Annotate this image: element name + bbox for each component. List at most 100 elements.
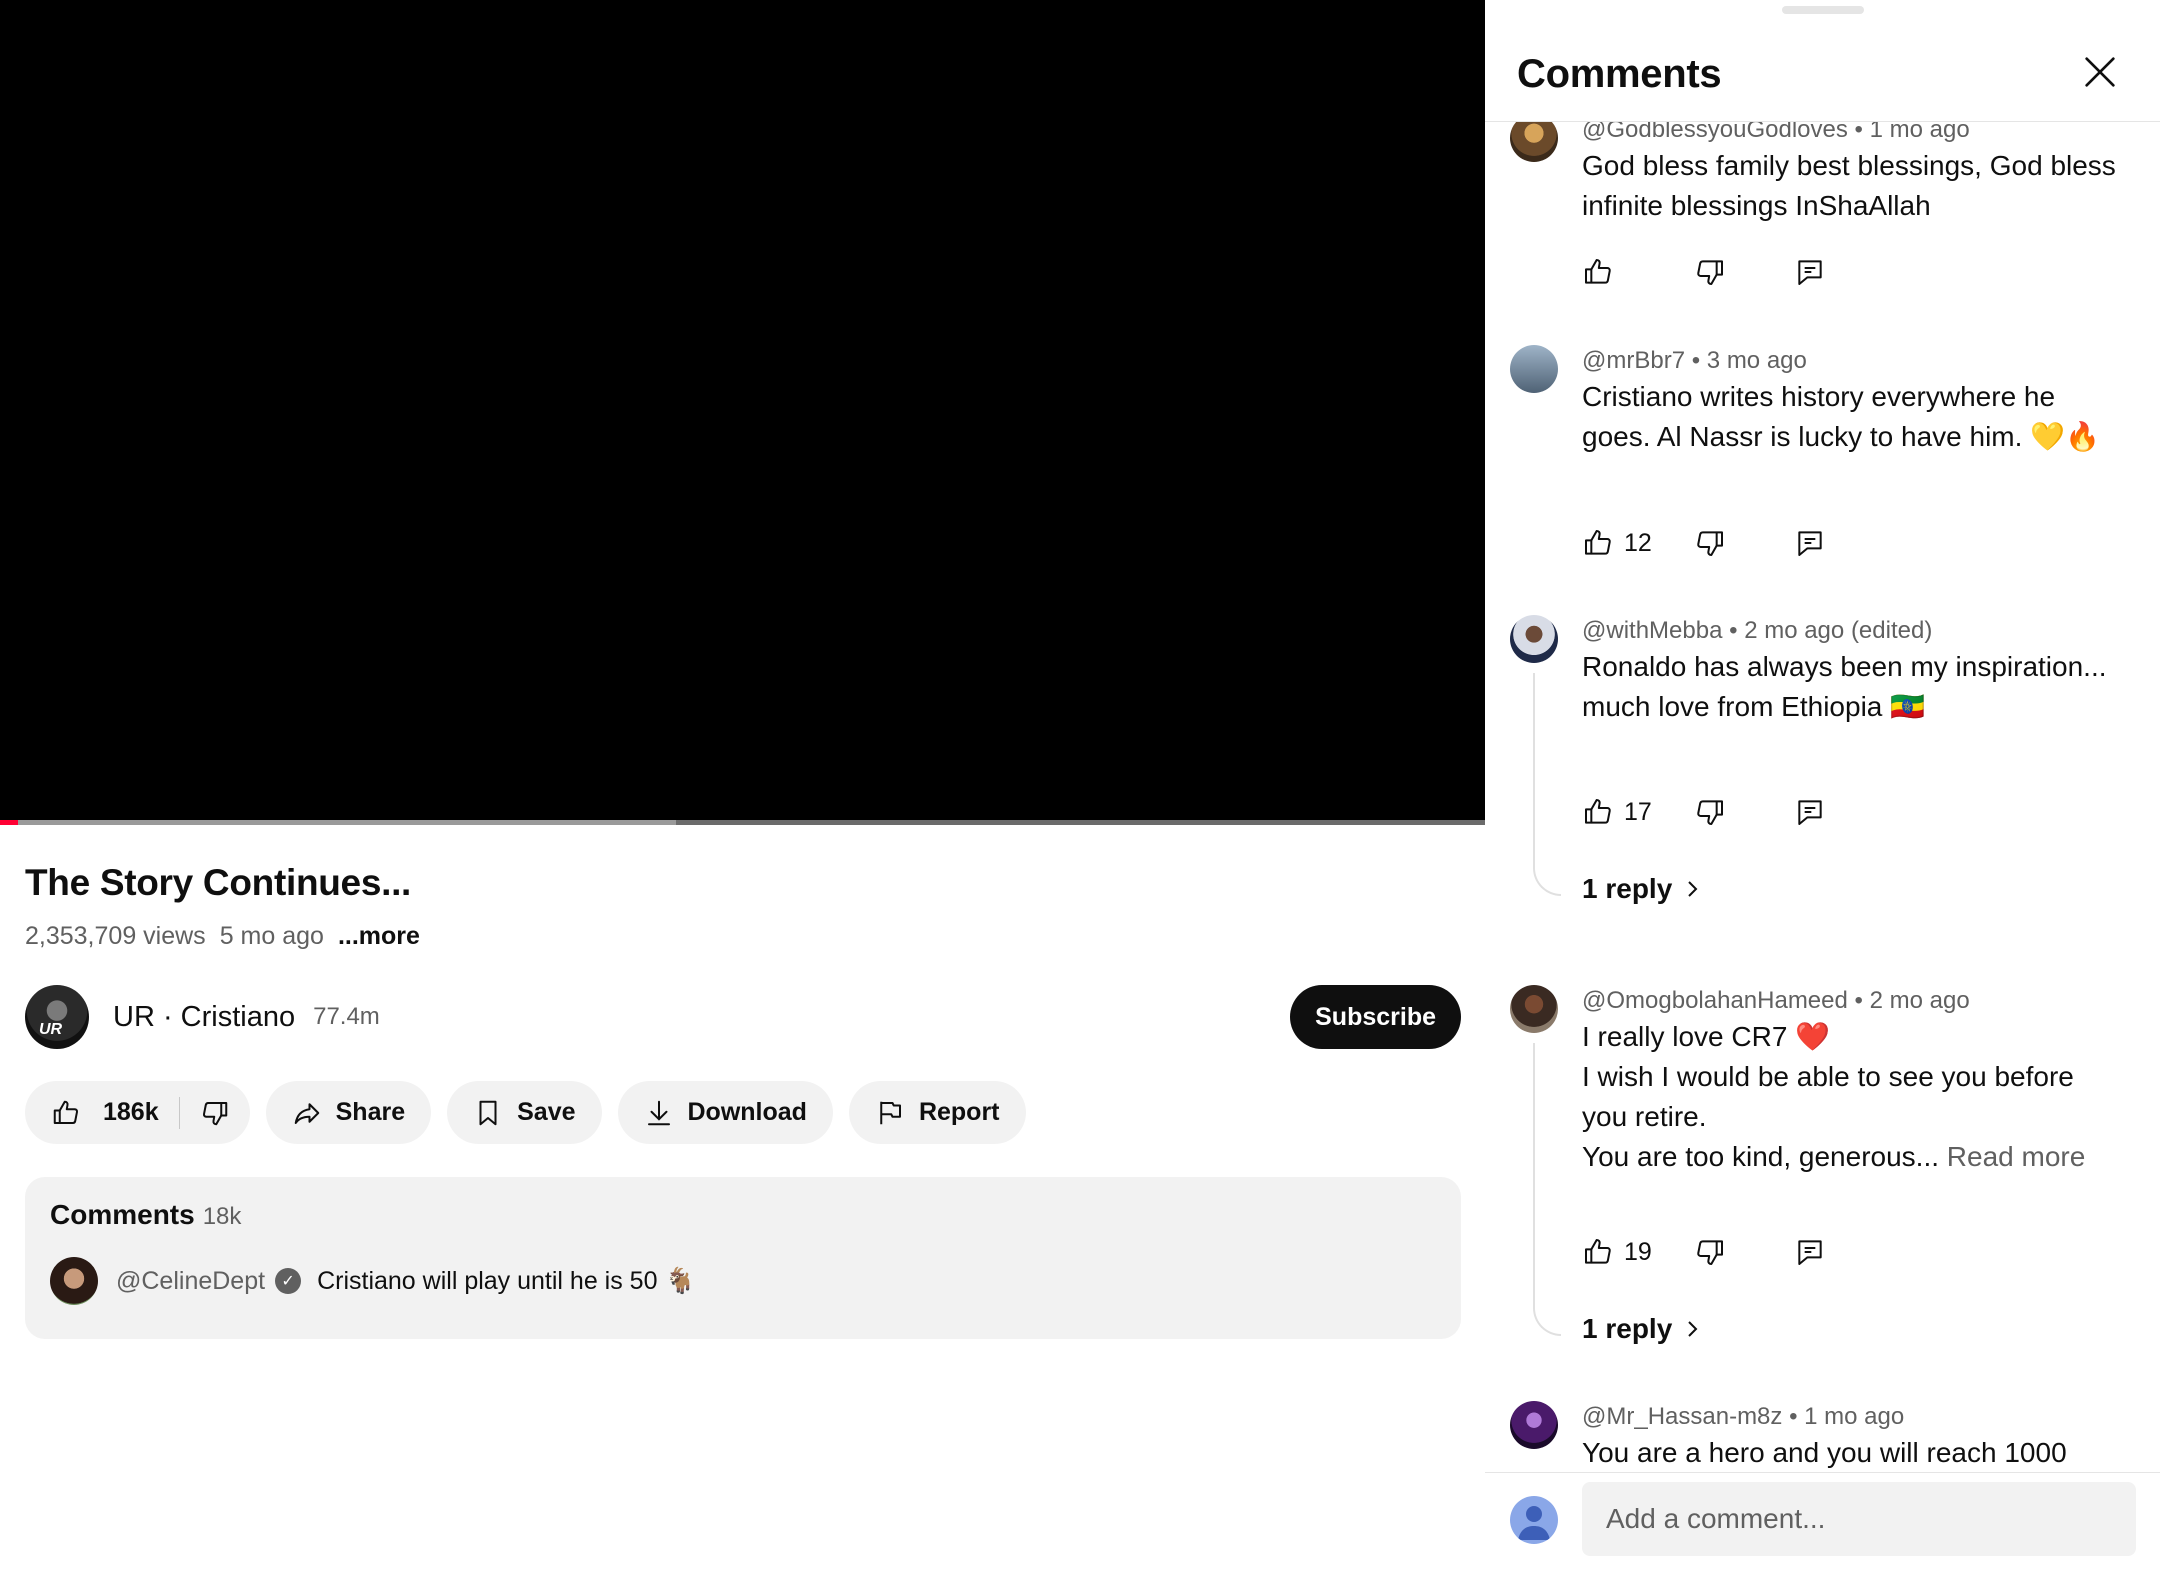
comment-text: I really love CR7 ❤️ I wish I would be a… (1582, 1021, 2086, 1172)
buffer-fill (0, 820, 676, 825)
comment-meta: @OmogbolahanHameed • 2 mo ago (1582, 987, 1970, 1014)
avatar[interactable] (1510, 985, 1558, 1033)
comment-dislike-button[interactable] (1694, 796, 1726, 828)
more-link[interactable]: ...more (338, 922, 420, 951)
avatar (50, 1257, 98, 1305)
comments-count: 18k (202, 1203, 242, 1230)
comment-like-button[interactable]: 19 (1582, 1236, 1652, 1268)
played-fill (0, 820, 18, 825)
subscribe-button[interactable]: Subscribe (1290, 985, 1461, 1049)
share-button[interactable]: Share (265, 1081, 432, 1144)
comment-list[interactable]: @GodblessyouGodloves • 1 mo ago God bles… (1485, 122, 2160, 1472)
subscriber-count: 77.4m (313, 1003, 380, 1030)
progress-bar[interactable] (0, 820, 1485, 825)
comments-preview-card[interactable]: Comments 18k @CelineDept ✓ Cristiano will… (25, 1177, 1461, 1339)
comment-dislike-button[interactable] (1694, 527, 1726, 559)
like-button[interactable]: 186k (51, 1098, 159, 1128)
thread-curve (1533, 868, 1561, 896)
comment-dislike-button[interactable] (1694, 256, 1726, 288)
dislike-button[interactable] (200, 1098, 230, 1128)
save-label: Save (517, 1098, 576, 1126)
video-meta: 2,353,709 views 5 mo ago ...more (25, 922, 420, 951)
thumbs-up-icon (53, 1100, 79, 1124)
thumbs-down-icon (1697, 1240, 1723, 1265)
view-replies-link[interactable]: 1 reply (1582, 1313, 1704, 1345)
comment-meta: @withMebba • 2 mo ago (edited) (1582, 617, 1933, 644)
thread-line (1533, 1043, 1535, 1308)
comments-preview-title: Comments 18k (50, 1199, 242, 1230)
comment-actions: 17 (1582, 796, 1822, 828)
comment-like-count: 12 (1624, 528, 1652, 557)
comment-like-button[interactable]: 12 (1582, 527, 1652, 559)
comment-reply-button[interactable] (1794, 256, 1826, 288)
thumbs-down-icon (1697, 531, 1723, 556)
download-icon (647, 1100, 670, 1125)
comment-dislike-button[interactable] (1694, 1236, 1726, 1268)
thumbs-up-icon (1585, 799, 1611, 824)
report-button[interactable]: Report (848, 1081, 1026, 1144)
thumbs-up-icon (1585, 1239, 1611, 1264)
thumbs-up-icon (1585, 259, 1611, 284)
pill-divider (178, 1096, 180, 1129)
comment-meta: @GodblessyouGodloves • 1 mo ago (1582, 122, 1970, 143)
thumbs-down-icon (202, 1101, 227, 1125)
comment-actions (1582, 256, 1822, 288)
chevron-right-icon (1688, 1321, 1698, 1337)
comment-composer (1485, 1472, 2160, 1569)
comment-text: You are a hero and you will reach 1000 (1582, 1437, 2067, 1468)
reply-icon (1798, 800, 1822, 825)
save-button[interactable]: Save (447, 1081, 602, 1144)
comment-like-button[interactable] (1582, 256, 1614, 288)
avatar[interactable] (1510, 1401, 1558, 1449)
check-icon: ✓ (275, 1268, 302, 1294)
download-button[interactable]: Download (617, 1081, 833, 1144)
comment-meta: @Mr_Hassan-m8z • 1 mo ago (1582, 1403, 1905, 1430)
comment-meta: @mrBbr7 • 3 mo ago (1582, 347, 1807, 374)
chevron-right-icon (1688, 881, 1698, 897)
thumbs-down-icon (1697, 260, 1723, 285)
thread-curve (1533, 1308, 1561, 1336)
share-arrow-icon (294, 1102, 319, 1124)
video-title: The Story Continues... (25, 862, 412, 903)
comment-reply-button[interactable] (1794, 796, 1826, 828)
action-bar: 186k Share Save Download Report (25, 1081, 1026, 1144)
report-label: Report (918, 1098, 1000, 1126)
channel-name[interactable]: UR · Cristiano (113, 1001, 295, 1034)
comment-reply-button[interactable] (1794, 527, 1826, 559)
avatar[interactable] (1510, 122, 1558, 162)
reply-icon (1798, 531, 1822, 556)
comment-like-count: 19 (1624, 1237, 1652, 1266)
flag-icon (880, 1101, 901, 1124)
channel-avatar[interactable]: UR (25, 985, 89, 1049)
comment-like-button[interactable]: 17 (1582, 796, 1652, 828)
comment-actions: 12 (1582, 527, 1822, 559)
comment-text: God bless family best blessings, God ble… (1582, 150, 2116, 221)
reply-icon (1798, 260, 1822, 285)
view-count: 2,353,709 views (25, 922, 206, 950)
panel-title: Comments (1517, 52, 1722, 96)
avatar[interactable] (1510, 615, 1558, 663)
comment-reply-button[interactable] (1794, 1236, 1826, 1268)
thread-line (1533, 673, 1535, 868)
thumbs-up-icon (1585, 530, 1611, 555)
thumbs-down-icon (1697, 800, 1723, 825)
like-count: 186k (103, 1098, 159, 1126)
user-avatar (1510, 1496, 1558, 1544)
avatar[interactable] (1510, 345, 1558, 393)
close-icon[interactable] (2080, 52, 2120, 92)
video-player[interactable] (0, 0, 1485, 820)
comment-like-count: 17 (1624, 797, 1652, 826)
comment-text: Cristiano writes history everywhere he g… (1582, 381, 2100, 452)
comment-actions: 19 (1582, 1236, 1822, 1268)
comment-handle: @CelineDept (116, 1266, 266, 1295)
bookmark-icon (479, 1100, 497, 1125)
upload-age: 5 mo ago (219, 922, 324, 950)
reply-icon (1798, 1240, 1822, 1265)
drag-handle[interactable] (1782, 6, 1864, 14)
view-replies-link[interactable]: 1 reply (1582, 873, 1704, 905)
comment-input[interactable] (1582, 1482, 2136, 1556)
read-more-link[interactable]: Read more (1947, 1141, 2086, 1172)
comment-text: Cristiano will play until he is 50 🐐 (317, 1266, 696, 1295)
share-label: Share (335, 1098, 406, 1126)
preview-comment: @CelineDept ✓ Cristiano will play until … (50, 1257, 696, 1305)
